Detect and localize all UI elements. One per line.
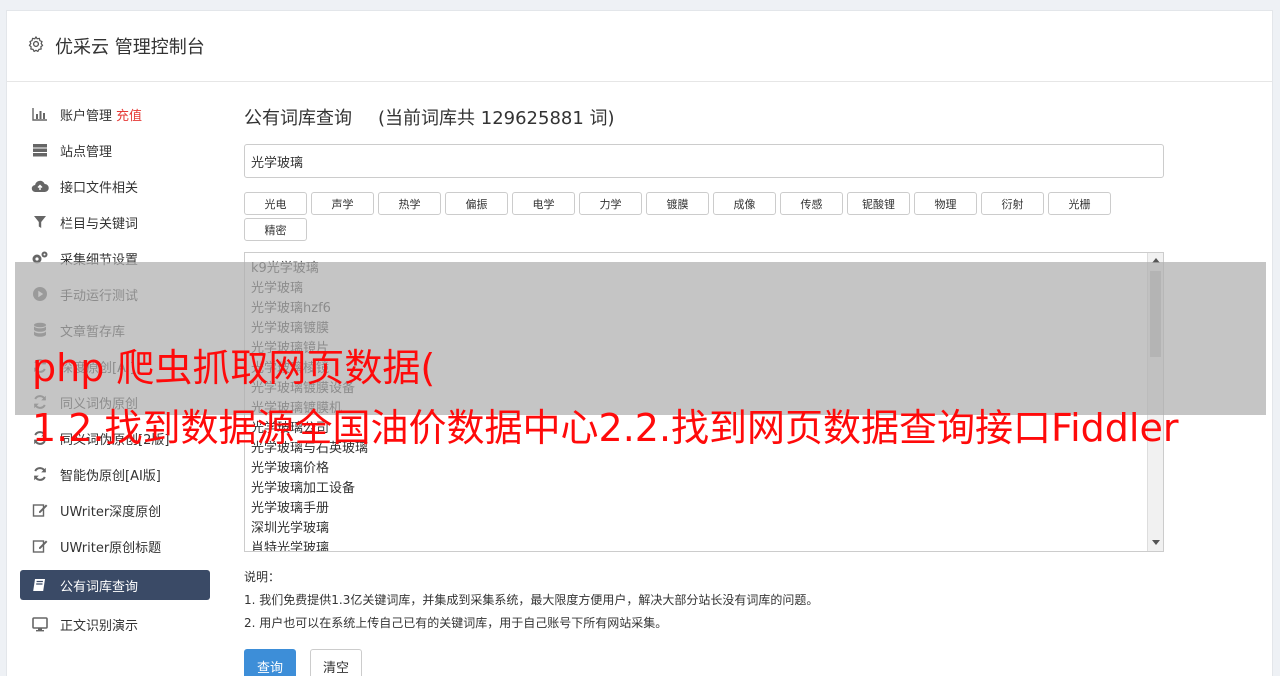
overlay-title-line-2: 1.2.找到数据源全国油价数据中心2.2.找到网页数据查询接口Fiddler <box>32 406 1179 450</box>
overlay-text-layer: php 爬虫抓取网页数据( 1.2.找到数据源全国油价数据中心2.2.找到网页数… <box>0 0 1280 676</box>
overlay-title-line-1: php 爬虫抓取网页数据( <box>32 346 436 390</box>
